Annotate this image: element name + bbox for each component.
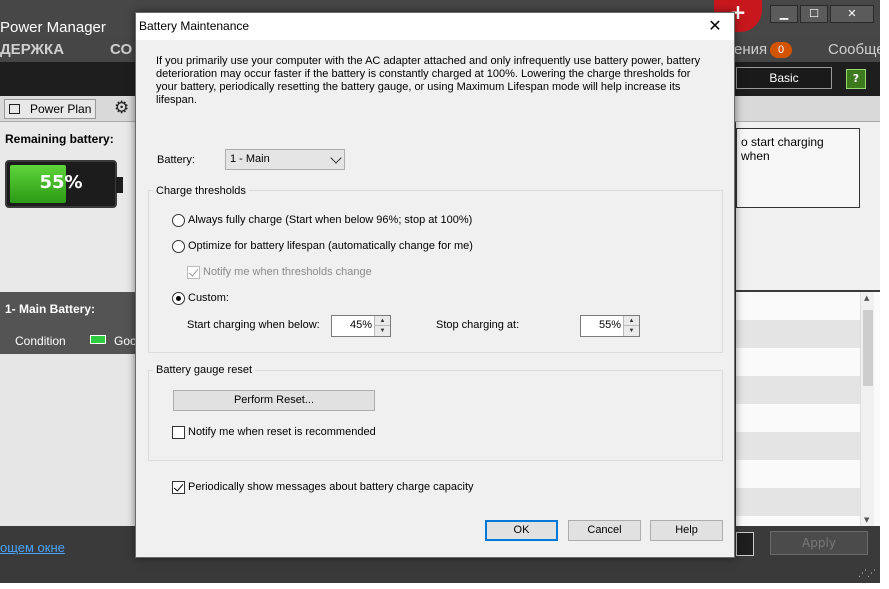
periodic-messages-label[interactable]: Periodically show messages about battery… xyxy=(188,481,474,493)
scroll-down-icon[interactable]: ▼ xyxy=(864,516,869,524)
stepper-down-icon[interactable]: ▼ xyxy=(624,326,639,336)
battery-good-icon xyxy=(90,335,106,344)
bottom-dark-button[interactable] xyxy=(736,532,754,556)
notify-thresholds-checkbox[interactable] xyxy=(187,266,200,279)
list-row xyxy=(736,432,860,460)
notify-reset-label[interactable]: Notify me when reset is recommended xyxy=(188,426,376,438)
document-icon xyxy=(9,104,20,114)
tab-power-plan[interactable]: Power Plan xyxy=(4,99,97,119)
menu-item-support[interactable]: ДЕРЖКА xyxy=(0,41,64,58)
stepper-up-icon[interactable]: ▲ xyxy=(375,316,390,326)
dialog-intro-text: If you primarily use your computer with … xyxy=(156,55,701,106)
right-info-box: o start charging when xyxy=(736,128,860,208)
stop-charging-label: Stop charging at: xyxy=(436,319,520,331)
app-title: Power Manager xyxy=(0,19,106,36)
battery-label: Battery: xyxy=(157,154,195,166)
close-window-icon[interactable]: ✕ xyxy=(830,5,874,23)
bottom-link[interactable]: ощем окне xyxy=(0,540,65,555)
left-lower-panel xyxy=(0,354,136,526)
optimize-lifespan-radio[interactable] xyxy=(172,240,185,253)
battery-select-value: 1 - Main xyxy=(230,153,270,165)
periodic-messages-checkbox[interactable] xyxy=(172,481,185,494)
stop-stepper-buttons: ▲ ▼ xyxy=(623,316,639,336)
condition-value: Goo xyxy=(114,334,137,348)
main-battery-section: 1- Main Battery: Condition Goo xyxy=(0,292,137,354)
menu-item-messages[interactable]: Сообще xyxy=(828,41,880,58)
notify-thresholds-label: Notify me when thresholds change xyxy=(203,266,372,278)
minimize-icon[interactable]: ▁ xyxy=(770,5,798,23)
custom-label[interactable]: Custom: xyxy=(188,292,229,304)
help-button[interactable]: Help xyxy=(650,520,723,541)
stop-charging-stepper[interactable]: 55% ▲ ▼ xyxy=(580,315,640,337)
menu-item-notifications[interactable]: ения xyxy=(734,41,767,58)
dialog-titlebar: Battery Maintenance ✕ xyxy=(136,13,734,40)
dialog-title: Battery Maintenance xyxy=(139,19,250,33)
list-row xyxy=(736,320,860,348)
resize-grip-icon[interactable]: ⋰⋰ xyxy=(858,569,876,579)
stepper-up-icon[interactable]: ▲ xyxy=(624,316,639,326)
battery-percent: 55% xyxy=(39,172,83,193)
scrollbar-thumb[interactable] xyxy=(863,310,873,386)
start-charging-label: Start charging when below: xyxy=(187,319,320,331)
start-stepper-buttons: ▲ ▼ xyxy=(374,316,390,336)
battery-status-panel: Remaining battery: 55% xyxy=(0,122,136,292)
stepper-down-icon[interactable]: ▼ xyxy=(375,326,390,336)
list-row xyxy=(736,376,860,404)
battery-maintenance-dialog: Battery Maintenance ✕ If you primarily u… xyxy=(135,12,735,558)
right-info-panel: o start charging when xyxy=(736,122,880,290)
stop-charging-value[interactable]: 55% xyxy=(599,319,621,331)
remaining-battery-label: Remaining battery: xyxy=(5,132,114,146)
tab-power-plan-label: Power Plan xyxy=(30,102,92,116)
chevron-down-icon xyxy=(330,152,342,164)
cancel-button[interactable]: Cancel xyxy=(568,520,641,541)
main-battery-title: 1- Main Battery: xyxy=(5,302,96,316)
gauge-reset-legend: Battery gauge reset xyxy=(153,364,256,376)
notify-reset-checkbox[interactable] xyxy=(172,426,185,439)
charge-thresholds-legend: Charge thresholds xyxy=(153,185,249,197)
scroll-up-icon[interactable]: ▲ xyxy=(864,294,869,302)
start-charging-value[interactable]: 45% xyxy=(350,319,372,331)
list-scrollbar[interactable]: ▲ ▼ xyxy=(860,292,874,526)
gauge-reset-group xyxy=(148,370,723,461)
condition-label: Condition xyxy=(15,334,66,348)
ok-button[interactable]: OK xyxy=(485,520,558,541)
custom-radio[interactable] xyxy=(172,292,185,305)
notification-count-badge: 0 xyxy=(770,42,792,58)
right-details-list: ▲ ▼ xyxy=(736,292,880,526)
start-charging-stepper[interactable]: 45% ▲ ▼ xyxy=(331,315,391,337)
window-controls: ▁ ☐ ✕ xyxy=(770,5,874,23)
battery-tip xyxy=(116,177,123,193)
gear-icon[interactable]: ⚙ xyxy=(114,98,129,118)
list-row xyxy=(736,488,860,516)
optimize-lifespan-label[interactable]: Optimize for battery lifespan (automatic… xyxy=(188,240,473,252)
basic-mode-button[interactable]: Basic xyxy=(736,67,832,89)
close-icon[interactable]: ✕ xyxy=(704,15,726,37)
battery-select[interactable]: 1 - Main xyxy=(225,149,345,170)
battery-gauge-icon: 55% xyxy=(5,160,123,208)
maximize-icon[interactable]: ☐ xyxy=(800,5,828,23)
help-icon[interactable]: ? xyxy=(846,69,866,89)
menu-item-2[interactable]: СО xyxy=(110,41,132,58)
always-full-charge-label[interactable]: Always fully charge (Start when below 96… xyxy=(188,214,472,226)
apply-button[interactable]: Apply xyxy=(770,531,868,555)
always-full-charge-radio[interactable] xyxy=(172,214,185,227)
perform-reset-button[interactable]: Perform Reset... xyxy=(173,390,375,411)
